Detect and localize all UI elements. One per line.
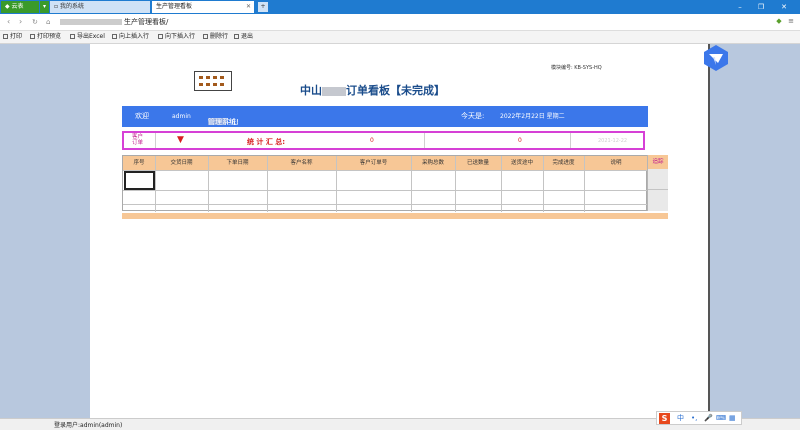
insert-row-above-button[interactable]: 向上插入行 (112, 32, 149, 42)
col-header-track[interactable]: 追踪 (648, 155, 668, 169)
welcome-user: admin (172, 113, 191, 120)
menu-icon[interactable]: ≡ (787, 17, 795, 25)
today-label: 今天是: (461, 112, 485, 120)
welcome-banner: 欢迎 admin 登录 中山管理系统! 今天是: 2022年2月22日 星期二 (122, 106, 648, 127)
total-label: 统 计 汇 总: (247, 138, 286, 146)
col-header-notes: 说明 (610, 160, 622, 166)
forward-icon[interactable]: › (19, 16, 22, 28)
print-icon (3, 34, 8, 39)
keyboard-icon[interactable]: ⌨ (716, 413, 726, 424)
excel-icon (70, 34, 75, 39)
faint-date: 2021-12-22 (598, 138, 628, 144)
table-header: 序号 交货日期 下单日期 客户名称 客户订单号 采购总数 已送数量 送货途中 完… (123, 156, 648, 170)
col-header-delivered-qty: 已送数量 (466, 160, 489, 166)
page-title: 中山 订单看板【未完成】 (300, 84, 445, 97)
order-table: 序号 交货日期 下单日期 客户名称 客户订单号 采购总数 已送数量 送货途中 完… (122, 155, 648, 212)
col-header-in-transit: 送货途中 (510, 160, 533, 166)
login-user-status: 登录用户:admin(admin) (54, 422, 123, 429)
exit-button[interactable]: 退出 (234, 32, 253, 42)
tab-production-board[interactable]: 生产管理看板 ✕ (152, 1, 254, 13)
yunbiao-menu-arrow-icon[interactable]: ▾ (40, 1, 49, 13)
toolbox-icon[interactable]: ▦ (729, 413, 736, 424)
insert-above-icon (112, 34, 117, 39)
company-name-redacted (322, 86, 346, 96)
punctuation-icon[interactable]: •, (691, 413, 697, 424)
delete-row-button[interactable]: 删除行 (203, 32, 228, 42)
dropdown-arrow-icon[interactable]: ▼ (177, 135, 184, 145)
minimize-icon[interactable]: – (733, 1, 747, 13)
export-excel-button[interactable]: 导出Excel (70, 32, 105, 42)
tab-yunbiao[interactable]: ◆ 云表 (1, 1, 39, 13)
welcome-label: 欢迎 (135, 112, 149, 120)
sogou-ime-icon[interactable]: S (659, 413, 670, 424)
print-button[interactable]: 打印 (3, 32, 22, 42)
tab-my-system[interactable]: ▫ 我的系统 (50, 1, 150, 13)
col-header-delivery-date: 交货日期 (170, 160, 193, 166)
close-tab-icon[interactable]: ✕ (246, 1, 251, 13)
ime-toolbar: S 中 •, 🎤 ⌨ ▦ (656, 411, 742, 425)
microphone-icon[interactable]: 🎤 (704, 413, 713, 424)
refresh-icon[interactable]: ↻ (32, 16, 38, 28)
col-header-customer-name: 客户名称 (290, 160, 313, 166)
summary-row: 客户 订单 ▼ 统 计 汇 总: 0 0 2021-12-22 (122, 131, 645, 150)
extension-icon[interactable]: ◆ (775, 17, 783, 25)
app-assistant-bird-icon[interactable] (704, 45, 728, 71)
spreadsheet-page: 模块编号: KB-SYS-HQ 中山订单看板【未完成】 欢迎 admin 登录 … (90, 44, 710, 418)
address-bar: ‹ › ↻ ⌂ 生产管理看板/ ◆ ≡ (0, 14, 800, 31)
module-number: 模块编号: KB-SYS-HQ (551, 65, 602, 71)
maximize-icon[interactable]: ❐ (754, 1, 768, 13)
col-header-progress: 完成进度 (552, 160, 575, 166)
insert-row-below-button[interactable]: 向下插入行 (158, 32, 195, 42)
total-value-b: 0 (518, 137, 522, 144)
col-header-purchase-total: 采购总数 (421, 160, 444, 166)
horizontal-scrollbar[interactable] (122, 213, 668, 219)
track-column: 追踪 (647, 155, 668, 211)
app-toolbar: 打印 打印预览 导出Excel 向上插入行 向下插入行 删除行 退出 (0, 31, 800, 44)
url-field[interactable]: 生产管理看板/ (60, 16, 168, 28)
close-window-icon[interactable]: ✕ (777, 1, 791, 13)
home-icon[interactable]: ⌂ (46, 16, 50, 28)
customer-order-label: 客户 订单 (132, 134, 144, 146)
col-header-seq: 序号 (133, 160, 145, 166)
today-date: 2022年2月22日 星期二 (500, 113, 565, 120)
col-header-customer-order-no: 客户订单号 (359, 160, 388, 166)
back-icon[interactable]: ‹ (7, 16, 10, 28)
new-tab-plus-icon[interactable]: + (258, 2, 268, 12)
insert-below-icon (158, 34, 163, 39)
dashboard-board-icon (194, 71, 232, 91)
url-host-redacted (60, 19, 122, 25)
preview-icon (30, 34, 35, 39)
col-header-order-date: 下单日期 (226, 160, 249, 166)
delete-row-icon (203, 34, 208, 39)
exit-icon (234, 34, 239, 39)
print-preview-button[interactable]: 打印预览 (30, 32, 61, 42)
total-value-a: 0 (370, 137, 374, 144)
selected-cell[interactable] (124, 171, 155, 190)
ime-language-toggle[interactable]: 中 (677, 413, 684, 424)
browser-tab-bar: ◆ 云表 ▾ ▫ 我的系统 生产管理看板 ✕ + – ❐ ✕ (0, 0, 800, 14)
